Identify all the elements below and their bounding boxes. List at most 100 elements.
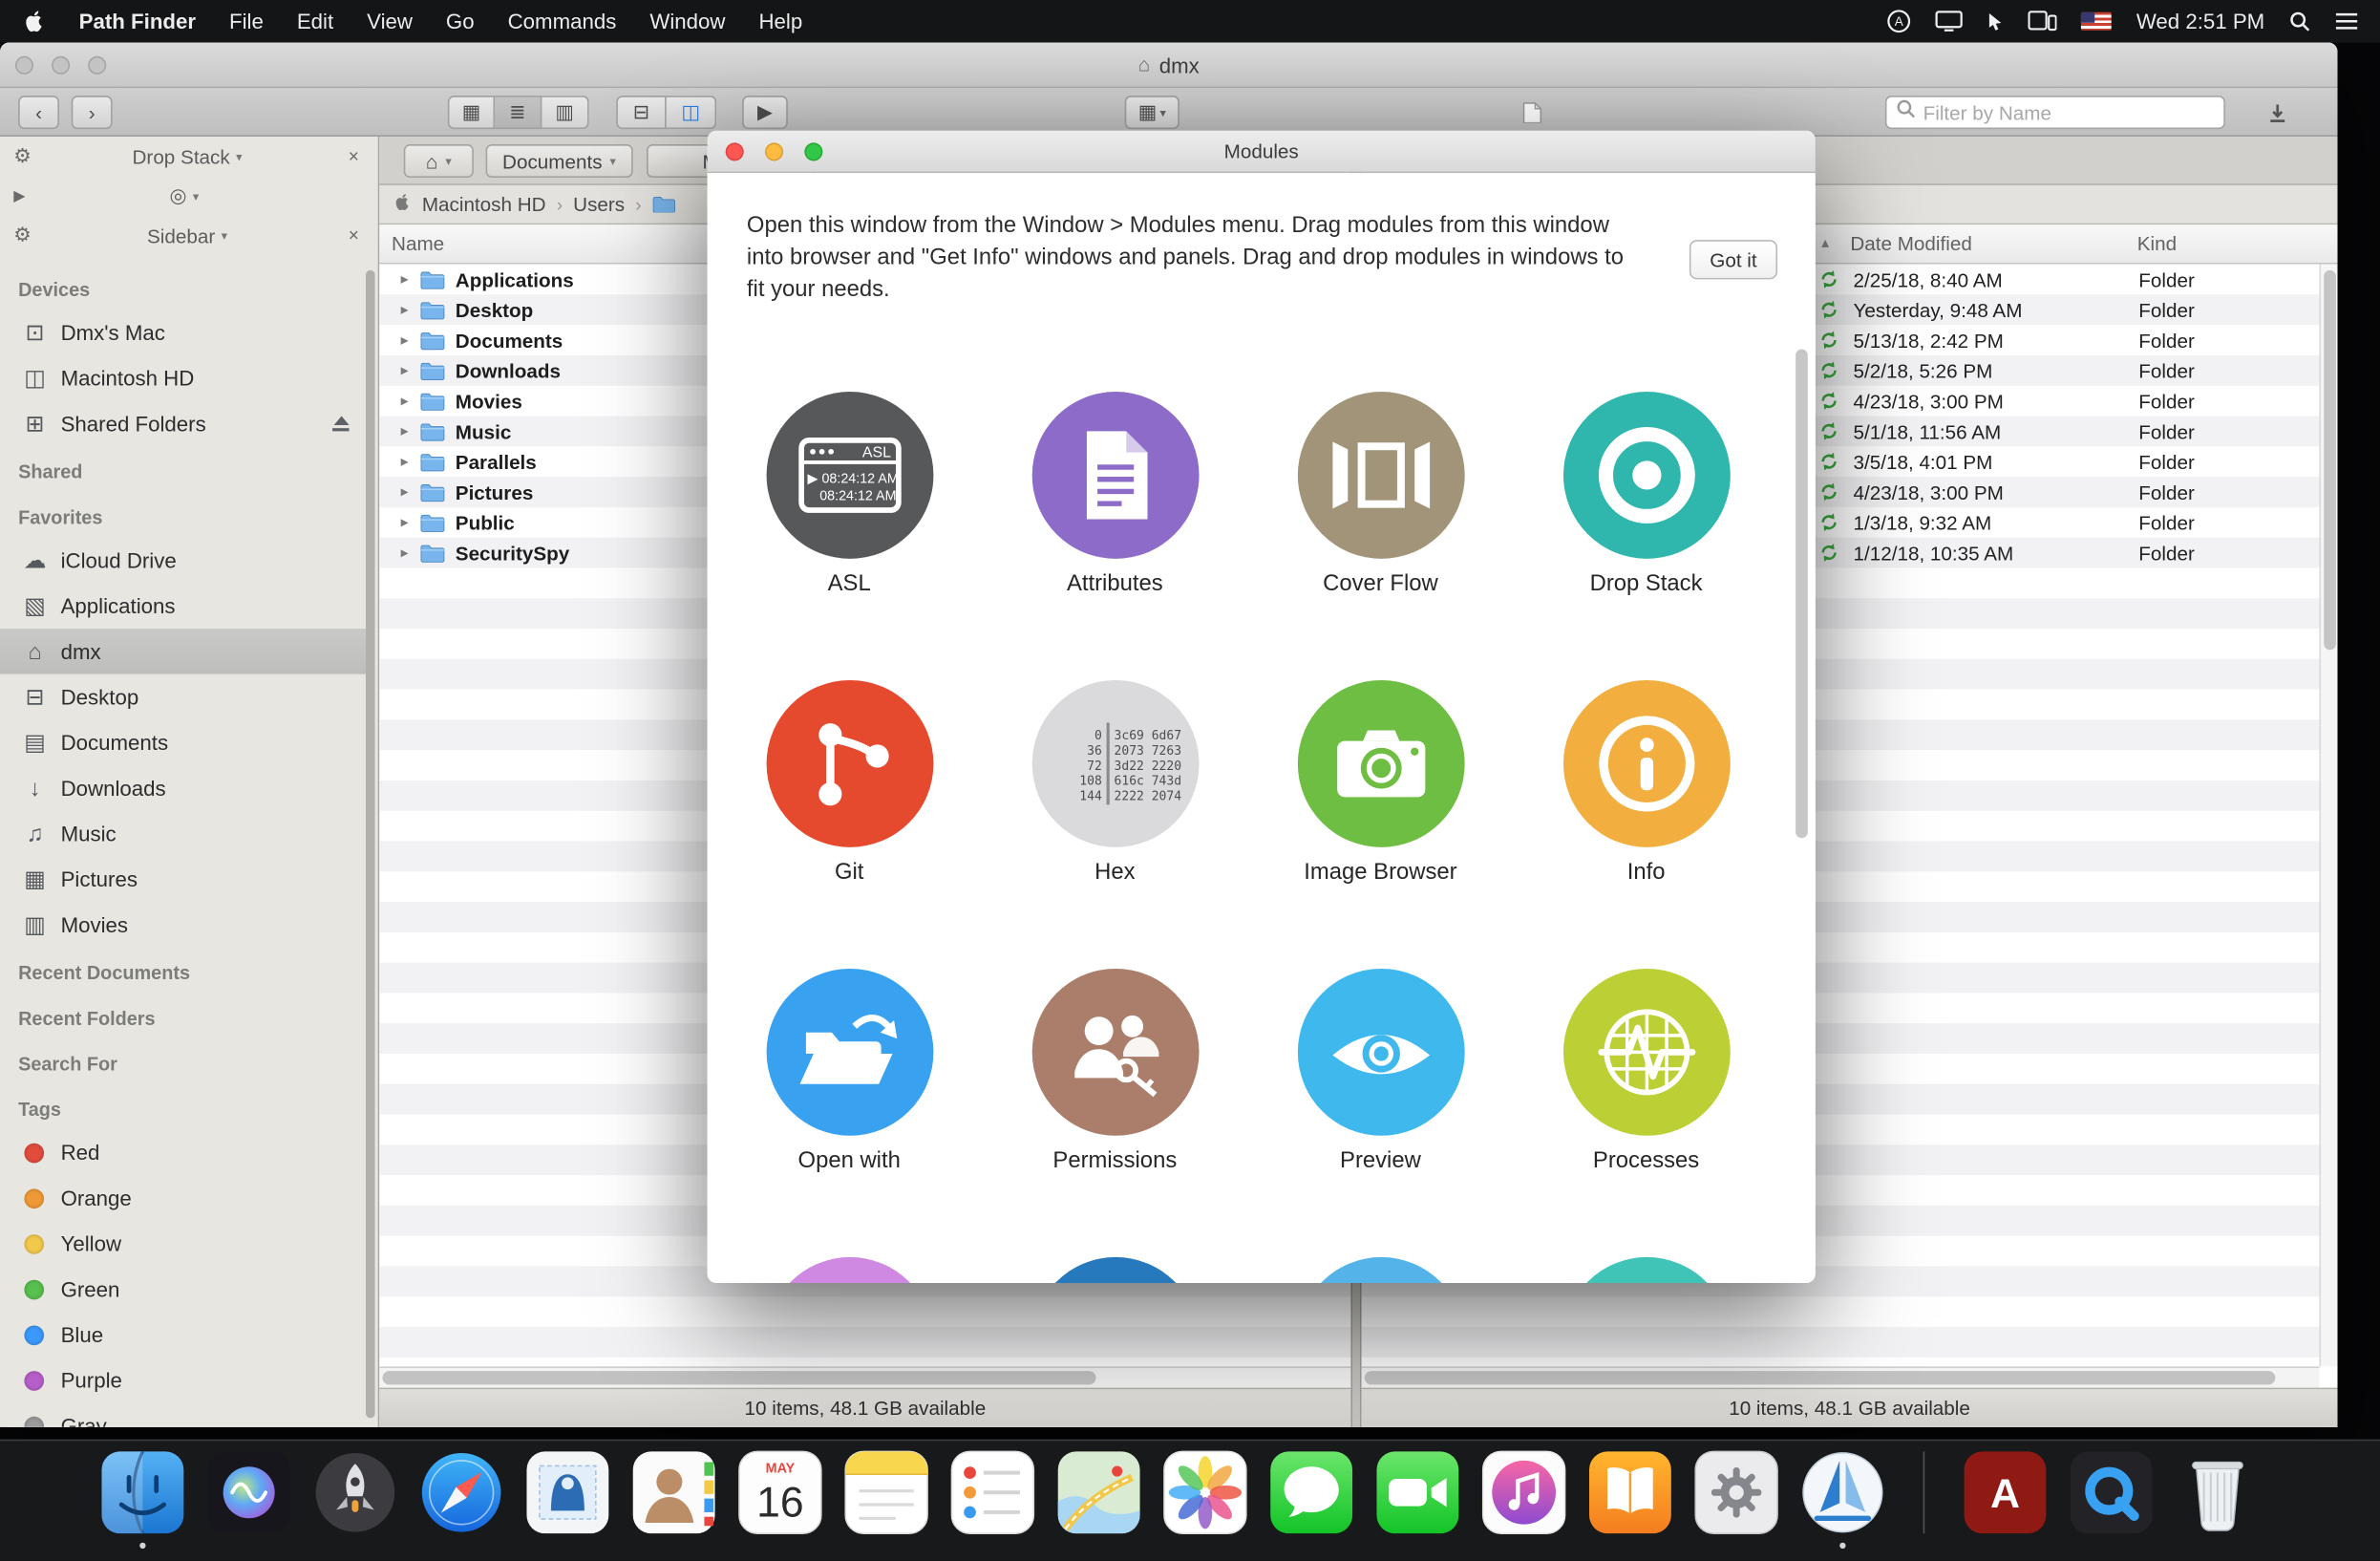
module-partial-4[interactable] (1514, 1257, 1779, 1283)
dock-calendar[interactable]: MAY16 (737, 1450, 822, 1535)
path-crumb[interactable]: Users (573, 193, 625, 216)
module-processes[interactable]: Processes (1514, 969, 1779, 1175)
breadcrumb-segment[interactable]: Documents▾ (486, 144, 633, 178)
module-info[interactable]: Info (1514, 680, 1779, 887)
sidebar-item-pictures[interactable]: ▦Pictures (0, 856, 366, 902)
eject-icon[interactable] (332, 416, 349, 431)
tag-yellow[interactable]: Yellow (0, 1221, 366, 1267)
display-status-icon[interactable] (1936, 11, 1964, 32)
tag-gray[interactable]: Gray (0, 1403, 366, 1427)
sidebar-item-movies[interactable]: ▥Movies (0, 902, 366, 948)
dock-photos[interactable] (1162, 1450, 1247, 1535)
menu-file[interactable]: File (229, 10, 264, 33)
icon-view-button[interactable]: ▦ (448, 96, 495, 129)
sidebar-item-documents[interactable]: ▤Documents (0, 719, 366, 765)
vertical-scrollbar[interactable] (2319, 265, 2337, 1367)
disclosure-triangle-icon[interactable]: ▸ (401, 393, 421, 409)
module-attributes[interactable]: Attributes (982, 392, 1247, 598)
column-header-name[interactable]: Name (379, 232, 444, 255)
vertical-split-button[interactable]: ◫ (667, 96, 716, 129)
sidebar-item-icloud-drive[interactable]: ☁iCloud Drive (0, 538, 366, 584)
got-it-button[interactable]: Got it (1689, 240, 1777, 279)
disclosure-triangle-icon[interactable]: ▸ (401, 301, 421, 317)
active-app-name[interactable]: Path Finder (79, 10, 196, 33)
breadcrumb-home-segment[interactable]: ⌂▾ (404, 144, 474, 178)
disclosure-triangle-icon[interactable]: ▸ (401, 271, 421, 288)
dock-itunes[interactable] (1481, 1450, 1566, 1535)
sidebar-item-macintosh-hd[interactable]: ◫Macintosh HD (0, 355, 366, 401)
sidebar-item-applications[interactable]: ▧Applications (0, 583, 366, 629)
play-icon[interactable]: ▶ (13, 187, 25, 203)
modules-scrollbar-thumb[interactable] (1796, 350, 1808, 839)
close-icon[interactable]: × (343, 146, 364, 167)
dock-reminders[interactable] (950, 1450, 1035, 1535)
spotlight-search-icon[interactable] (2289, 11, 2310, 32)
dock-quicktime[interactable] (2069, 1450, 2154, 1535)
sidebar-item-desktop[interactable]: ⊟Desktop (0, 674, 366, 720)
sidebar-scrollbar[interactable] (366, 267, 376, 1424)
window-titlebar[interactable]: ⌂ dmx (0, 43, 2338, 89)
path-crumb[interactable]: Macintosh HD (422, 193, 546, 216)
disclosure-triangle-icon[interactable]: ▸ (401, 483, 421, 500)
menu-help[interactable]: Help (758, 10, 802, 33)
module-hex[interactable]: 03c69 6d67362073 7263723d22 2220108616c … (982, 680, 1247, 887)
list-view-button[interactable]: ≣ (495, 96, 542, 129)
back-button[interactable]: ‹ (18, 96, 59, 129)
dock-maps[interactable] (1056, 1450, 1141, 1535)
dock-trash[interactable] (2175, 1450, 2260, 1535)
filter-input[interactable] (1923, 101, 2215, 124)
sidebar-item-music[interactable]: ♫Music (0, 811, 366, 857)
tag-red[interactable]: Red (0, 1129, 366, 1175)
play-preview-button[interactable]: ▶ (742, 96, 788, 129)
apple-menu-icon[interactable] (24, 9, 45, 34)
sidebar-item-shared-folders[interactable]: ⊞Shared Folders (0, 401, 366, 447)
proxy-document-icon[interactable] (1512, 96, 1551, 129)
horizontal-split-button[interactable]: ⊟ (616, 96, 666, 129)
module-permissions[interactable]: Permissions (982, 969, 1247, 1175)
circle-a-status-icon[interactable]: A (1887, 10, 1911, 33)
column-header-kind[interactable]: Kind (2137, 232, 2177, 255)
menu-edit[interactable]: Edit (297, 10, 333, 33)
column-header-date-modified[interactable]: Date Modified (1850, 232, 1971, 255)
column-view-button[interactable]: ▥ (542, 96, 588, 129)
disclosure-triangle-icon[interactable]: ▸ (401, 453, 421, 469)
disclosure-triangle-icon[interactable]: ▸ (401, 362, 421, 378)
module-partial-1[interactable] (716, 1257, 982, 1283)
horizontal-scrollbar[interactable] (379, 1366, 1350, 1387)
dock-notes[interactable] (844, 1450, 929, 1535)
disclosure-triangle-icon[interactable]: ▸ (401, 514, 421, 530)
sidebar-item-dmx-s-mac[interactable]: ⊡Dmx's Mac (0, 310, 366, 355)
dock-ibooks[interactable] (1587, 1450, 1672, 1535)
module-preview[interactable]: Preview (1247, 969, 1513, 1175)
module-drop-stack[interactable]: Drop Stack (1514, 392, 1779, 598)
download-icon[interactable] (2257, 96, 2296, 129)
grid-options-button[interactable]: ▦▾ (1125, 96, 1179, 129)
dock-system-preferences[interactable] (1694, 1450, 1779, 1535)
horizontal-scrollbar[interactable] (1362, 1366, 2320, 1387)
dock-facetime[interactable] (1375, 1450, 1460, 1535)
dock-messages[interactable] (1269, 1450, 1354, 1535)
forward-button[interactable]: › (72, 96, 113, 129)
sidebar-item-downloads[interactable]: ↓Downloads (0, 765, 366, 811)
gear-icon[interactable]: ⚙ (13, 224, 32, 247)
drop-stack-target-icon[interactable]: ◎ (169, 183, 186, 207)
menu-view[interactable]: View (367, 10, 413, 33)
module-asl[interactable]: ASL▶ 08:24:12 AM08:24:12 AMASL (716, 392, 982, 598)
dock-safari[interactable] (419, 1450, 504, 1535)
module-image-browser[interactable]: Image Browser (1247, 680, 1513, 887)
input-source-us-flag-icon[interactable] (2082, 12, 2113, 31)
dock-acrobat[interactable]: A (1963, 1450, 2048, 1535)
module-partial-2[interactable] (982, 1257, 1247, 1283)
pointer-status-icon[interactable] (1987, 11, 2004, 31)
tag-green[interactable]: Green (0, 1266, 366, 1312)
tag-orange[interactable]: Orange (0, 1175, 366, 1221)
menu-bar-clock[interactable]: Wed 2:51 PM (2136, 10, 2264, 33)
modules-titlebar[interactable]: Modules (708, 131, 1816, 174)
module-git[interactable]: Git (716, 680, 982, 887)
disclosure-triangle-icon[interactable]: ▸ (401, 545, 421, 561)
module-cover-flow[interactable]: Cover Flow (1247, 392, 1513, 598)
notification-center-icon[interactable] (2334, 11, 2358, 32)
tag-blue[interactable]: Blue (0, 1312, 366, 1358)
dock-siri[interactable] (206, 1450, 291, 1535)
tag-purple[interactable]: Purple (0, 1358, 366, 1403)
